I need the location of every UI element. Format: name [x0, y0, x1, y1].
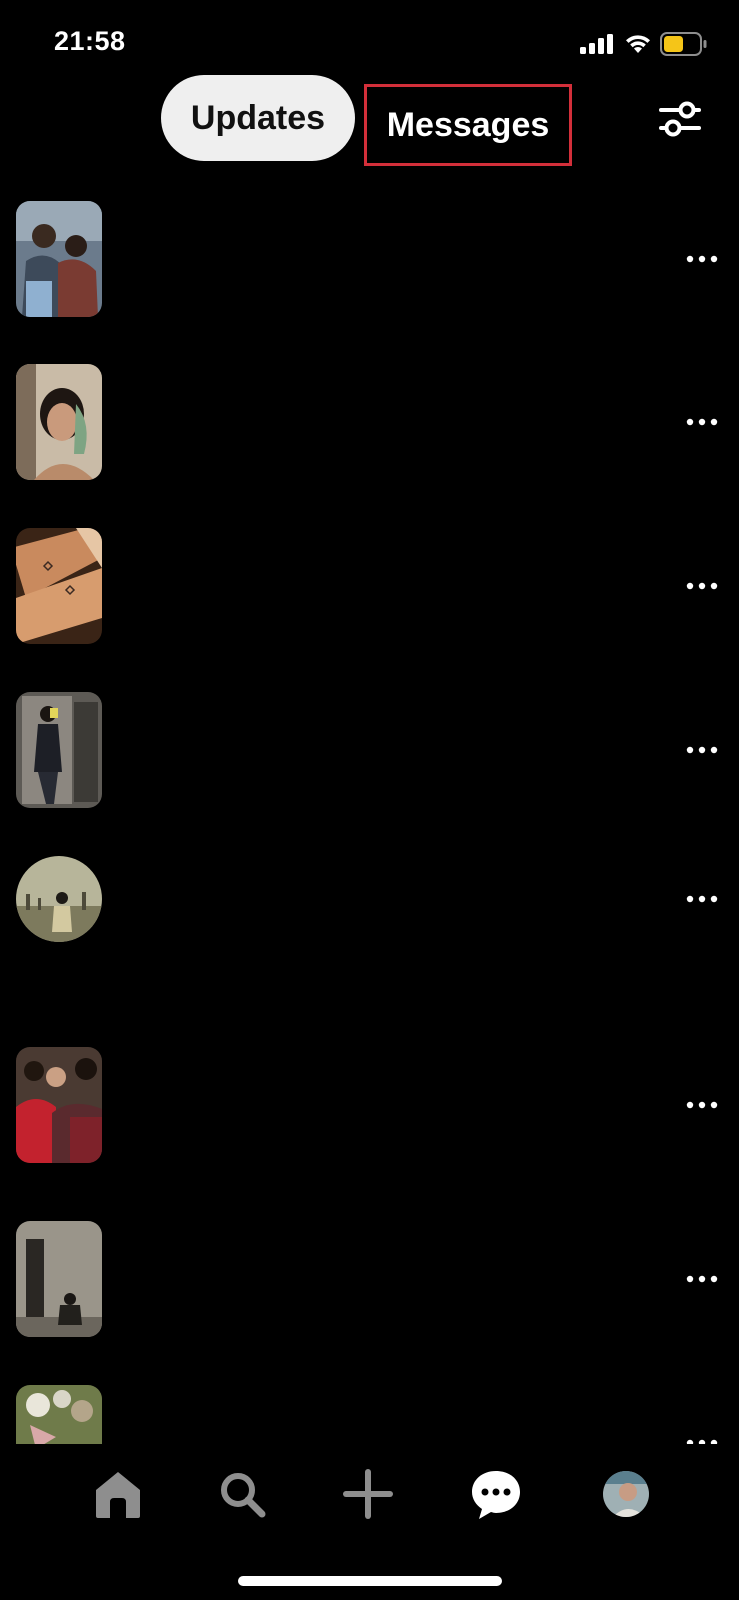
more-options-button[interactable] [682, 249, 722, 269]
thumbnail-photo-woman-portrait[interactable] [16, 364, 102, 480]
nav-create-button[interactable] [340, 1466, 396, 1522]
battery-icon [660, 32, 708, 61]
more-horizontal-icon [686, 1275, 718, 1283]
more-horizontal-icon [686, 582, 718, 590]
thumbnail-photo-couple[interactable] [16, 201, 102, 317]
more-horizontal-icon [686, 1101, 718, 1109]
filter-button[interactable] [658, 97, 702, 141]
more-options-button[interactable] [682, 576, 722, 596]
more-options-button[interactable] [682, 889, 722, 909]
tab-messages[interactable]: Messages [364, 84, 572, 166]
tab-messages-label: Messages [386, 105, 550, 144]
home-icon [96, 1472, 140, 1518]
list-item[interactable] [16, 1047, 722, 1163]
more-options-button[interactable] [682, 1269, 722, 1289]
nav-messages-button[interactable] [468, 1466, 524, 1522]
tab-updates[interactable]: Updates [161, 75, 355, 161]
search-icon [221, 1473, 266, 1518]
list-item[interactable] [16, 528, 722, 644]
thumbnail-photo-city-person[interactable] [16, 856, 102, 942]
nav-search-button[interactable] [214, 1466, 270, 1522]
more-horizontal-icon [686, 895, 718, 903]
profile-avatar [603, 1471, 649, 1517]
more-horizontal-icon [686, 746, 718, 754]
thumbnail-photo-room-person[interactable] [16, 1221, 102, 1337]
create-plus-icon [343, 1469, 393, 1519]
thumbnail-photo-group-scene[interactable] [16, 1047, 102, 1163]
list-item[interactable] [16, 201, 722, 317]
more-horizontal-icon [686, 255, 718, 263]
status-time: 21:58 [54, 26, 126, 56]
list-item[interactable] [16, 692, 722, 808]
thumbnail-photo-tattoo-arms[interactable] [16, 528, 102, 644]
more-options-button[interactable] [682, 412, 722, 432]
home-indicator [238, 1576, 502, 1586]
tab-updates-label: Updates [190, 98, 326, 137]
thumbnail-photo-mirror-selfie[interactable] [16, 692, 102, 808]
cellular-signal-icon [580, 34, 614, 59]
sliders-icon [659, 101, 701, 137]
status-bar: 21:58 [0, 0, 739, 80]
wifi-icon [624, 32, 652, 59]
list-item[interactable] [16, 856, 722, 942]
more-horizontal-icon [686, 418, 718, 426]
list-item[interactable] [16, 364, 722, 480]
more-options-button[interactable] [682, 1095, 722, 1115]
nav-home-button[interactable] [90, 1466, 146, 1522]
list-item[interactable] [16, 1221, 722, 1337]
nav-profile-button[interactable] [598, 1466, 654, 1522]
more-options-button[interactable] [682, 740, 722, 760]
messages-chat-icon [472, 1471, 520, 1519]
